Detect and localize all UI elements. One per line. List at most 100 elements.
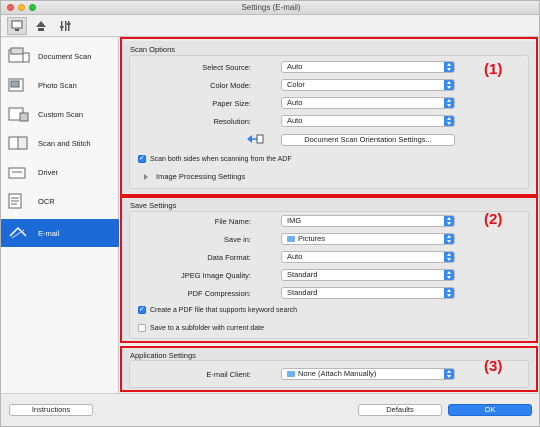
keyword-pdf-checkbox[interactable] bbox=[138, 305, 146, 314]
adf-checkbox-row[interactable]: Scan both sides when scanning from the A… bbox=[138, 154, 292, 163]
scan-and-stitch-icon bbox=[8, 136, 28, 150]
folder-icon bbox=[287, 371, 295, 377]
toolbar bbox=[1, 15, 539, 37]
annotation-label-1: (1) bbox=[484, 61, 503, 78]
settings-window: Settings (E-mail) Document Scan Photo Sc… bbox=[0, 0, 540, 427]
color-mode-value: Color bbox=[287, 80, 305, 89]
dropdown-stepper-icon bbox=[444, 288, 454, 298]
general-settings-icon bbox=[60, 21, 71, 31]
subfolder-checkbox[interactable] bbox=[138, 324, 146, 332]
annotation-label-2: (2) bbox=[484, 211, 503, 228]
resolution-value: Auto bbox=[287, 116, 303, 125]
dropdown-stepper-icon bbox=[444, 80, 454, 90]
dropdown-stepper-icon bbox=[444, 369, 454, 379]
dropdown-stepper-icon bbox=[444, 234, 454, 244]
disclosure-triangle-icon bbox=[144, 173, 148, 180]
keyword-pdf-checkbox-row[interactable]: Create a PDF file that supports keyword … bbox=[138, 305, 298, 314]
keyword-pdf-label: Create a PDF file that supports keyword … bbox=[150, 306, 298, 314]
color-mode-label: Color Mode: bbox=[210, 81, 251, 90]
dropdown-stepper-icon bbox=[444, 116, 454, 126]
file-name-field[interactable]: IMG bbox=[281, 215, 455, 227]
folder-icon bbox=[287, 236, 295, 242]
data-format-label: Data Format: bbox=[207, 253, 251, 262]
sidebar-item-label: Custom Scan bbox=[38, 109, 84, 119]
sidebar-item-label: OCR bbox=[38, 196, 55, 206]
tab-scan-from-computer[interactable] bbox=[7, 17, 27, 35]
sidebar-item-document-scan[interactable]: Document Scan bbox=[1, 42, 119, 70]
tab-scan-from-operation-panel[interactable] bbox=[31, 17, 51, 35]
sidebar-item-email[interactable]: E-mail bbox=[1, 219, 119, 247]
dropdown-stepper-icon bbox=[444, 62, 454, 72]
dropdown-stepper-icon bbox=[444, 98, 454, 108]
email-client-dropdown[interactable]: None (Attach Manually) bbox=[281, 368, 455, 380]
file-name-label: File Name: bbox=[214, 217, 251, 226]
data-format-dropdown[interactable]: Auto bbox=[281, 251, 455, 263]
sidebar-item-ocr[interactable]: OCR bbox=[1, 187, 119, 215]
email-client-value: None (Attach Manually) bbox=[298, 369, 377, 378]
paper-size-value: Auto bbox=[287, 98, 303, 107]
sidebar-item-label: E-mail bbox=[38, 228, 60, 238]
save-settings-title: Save Settings bbox=[130, 201, 177, 210]
subfolder-label: Save to a subfolder with current date bbox=[150, 324, 265, 332]
orientation-settings-button[interactable]: Document Scan Orientation Settings... bbox=[281, 134, 455, 146]
select-source-label: Select Source: bbox=[202, 63, 251, 72]
pdf-compression-label: PDF Compression: bbox=[187, 289, 251, 298]
sidebar-item-driver[interactable]: Driver bbox=[1, 158, 119, 186]
ocr-icon bbox=[8, 193, 22, 209]
footer-bar: Instructions Defaults OK bbox=[1, 393, 539, 426]
data-format-value: Auto bbox=[287, 252, 303, 261]
image-processing-label: Image Processing Settings bbox=[156, 172, 246, 181]
resolution-dropdown[interactable]: Auto bbox=[281, 115, 455, 127]
scan-options-panel: Scan Options Select Source: Auto Color M… bbox=[122, 41, 536, 193]
scan-options-title: Scan Options bbox=[130, 45, 176, 54]
resolution-label: Resolution: bbox=[213, 117, 251, 126]
sidebar-item-scan-and-stitch[interactable]: Scan and Stitch bbox=[1, 129, 119, 157]
scan-options-box: Select Source: Auto Color Mode: Color Pa… bbox=[129, 55, 529, 189]
save-settings-box: File Name: IMG Save in: Pictures Data Fo… bbox=[129, 211, 529, 339]
jpeg-quality-dropdown[interactable]: Standard bbox=[281, 269, 455, 281]
sidebar-item-label: Scan and Stitch bbox=[38, 138, 91, 148]
save-in-dropdown[interactable]: Pictures bbox=[281, 233, 455, 245]
document-scan-icon bbox=[8, 47, 30, 63]
defaults-button[interactable]: Defaults bbox=[358, 404, 442, 416]
application-settings-title: Application Settings bbox=[130, 351, 196, 360]
photo-scan-icon bbox=[8, 78, 24, 92]
scan-from-computer-icon bbox=[11, 20, 23, 31]
jpeg-quality-label: JPEG Image Quality: bbox=[180, 271, 251, 280]
adf-checkbox-label: Scan both sides when scanning from the A… bbox=[150, 155, 292, 163]
paper-size-label: Paper Size: bbox=[212, 99, 251, 108]
save-in-label: Save in: bbox=[223, 235, 251, 244]
jpeg-quality-value: Standard bbox=[287, 270, 318, 279]
instructions-button[interactable]: Instructions bbox=[9, 404, 93, 416]
tab-general-settings[interactable] bbox=[55, 17, 75, 35]
sidebar-item-label: Driver bbox=[38, 167, 58, 177]
email-client-label: E-mail Client: bbox=[206, 370, 251, 379]
application-settings-box: E-mail Client: None (Attach Manually) bbox=[129, 360, 529, 388]
ok-button[interactable]: OK bbox=[448, 404, 532, 416]
application-settings-panel: Application Settings E-mail Client: None… bbox=[122, 347, 536, 391]
select-source-value: Auto bbox=[287, 62, 303, 71]
subfolder-checkbox-row[interactable]: Save to a subfolder with current date bbox=[138, 324, 264, 332]
scan-from-operation-panel-icon bbox=[36, 21, 46, 31]
dropdown-stepper-icon bbox=[444, 216, 454, 226]
file-name-value: IMG bbox=[287, 216, 302, 225]
title-bar: Settings (E-mail) bbox=[1, 1, 539, 15]
image-processing-disclosure[interactable]: Image Processing Settings bbox=[144, 172, 245, 181]
custom-scan-icon bbox=[8, 107, 29, 122]
email-icon bbox=[9, 226, 27, 239]
window-title: Settings (E-mail) bbox=[241, 3, 301, 12]
pdf-compression-dropdown[interactable]: Standard bbox=[281, 287, 455, 299]
sidebar-item-custom-scan[interactable]: Custom Scan bbox=[1, 100, 119, 128]
dropdown-stepper-icon bbox=[444, 270, 454, 280]
adf-checkbox[interactable] bbox=[138, 154, 146, 163]
save-settings-panel: Save Settings File Name: IMG Save in: Pi… bbox=[122, 197, 536, 343]
sidebar: Document Scan Photo Scan Custom Scan Sca… bbox=[1, 38, 119, 393]
color-mode-dropdown[interactable]: Color bbox=[281, 79, 455, 91]
pdf-compression-value: Standard bbox=[287, 288, 318, 297]
orientation-icon bbox=[247, 134, 264, 144]
sidebar-item-photo-scan[interactable]: Photo Scan bbox=[1, 71, 119, 99]
select-source-dropdown[interactable]: Auto bbox=[281, 61, 455, 73]
sidebar-item-label: Document Scan bbox=[38, 51, 92, 61]
paper-size-dropdown[interactable]: Auto bbox=[281, 97, 455, 109]
driver-icon bbox=[8, 167, 26, 179]
